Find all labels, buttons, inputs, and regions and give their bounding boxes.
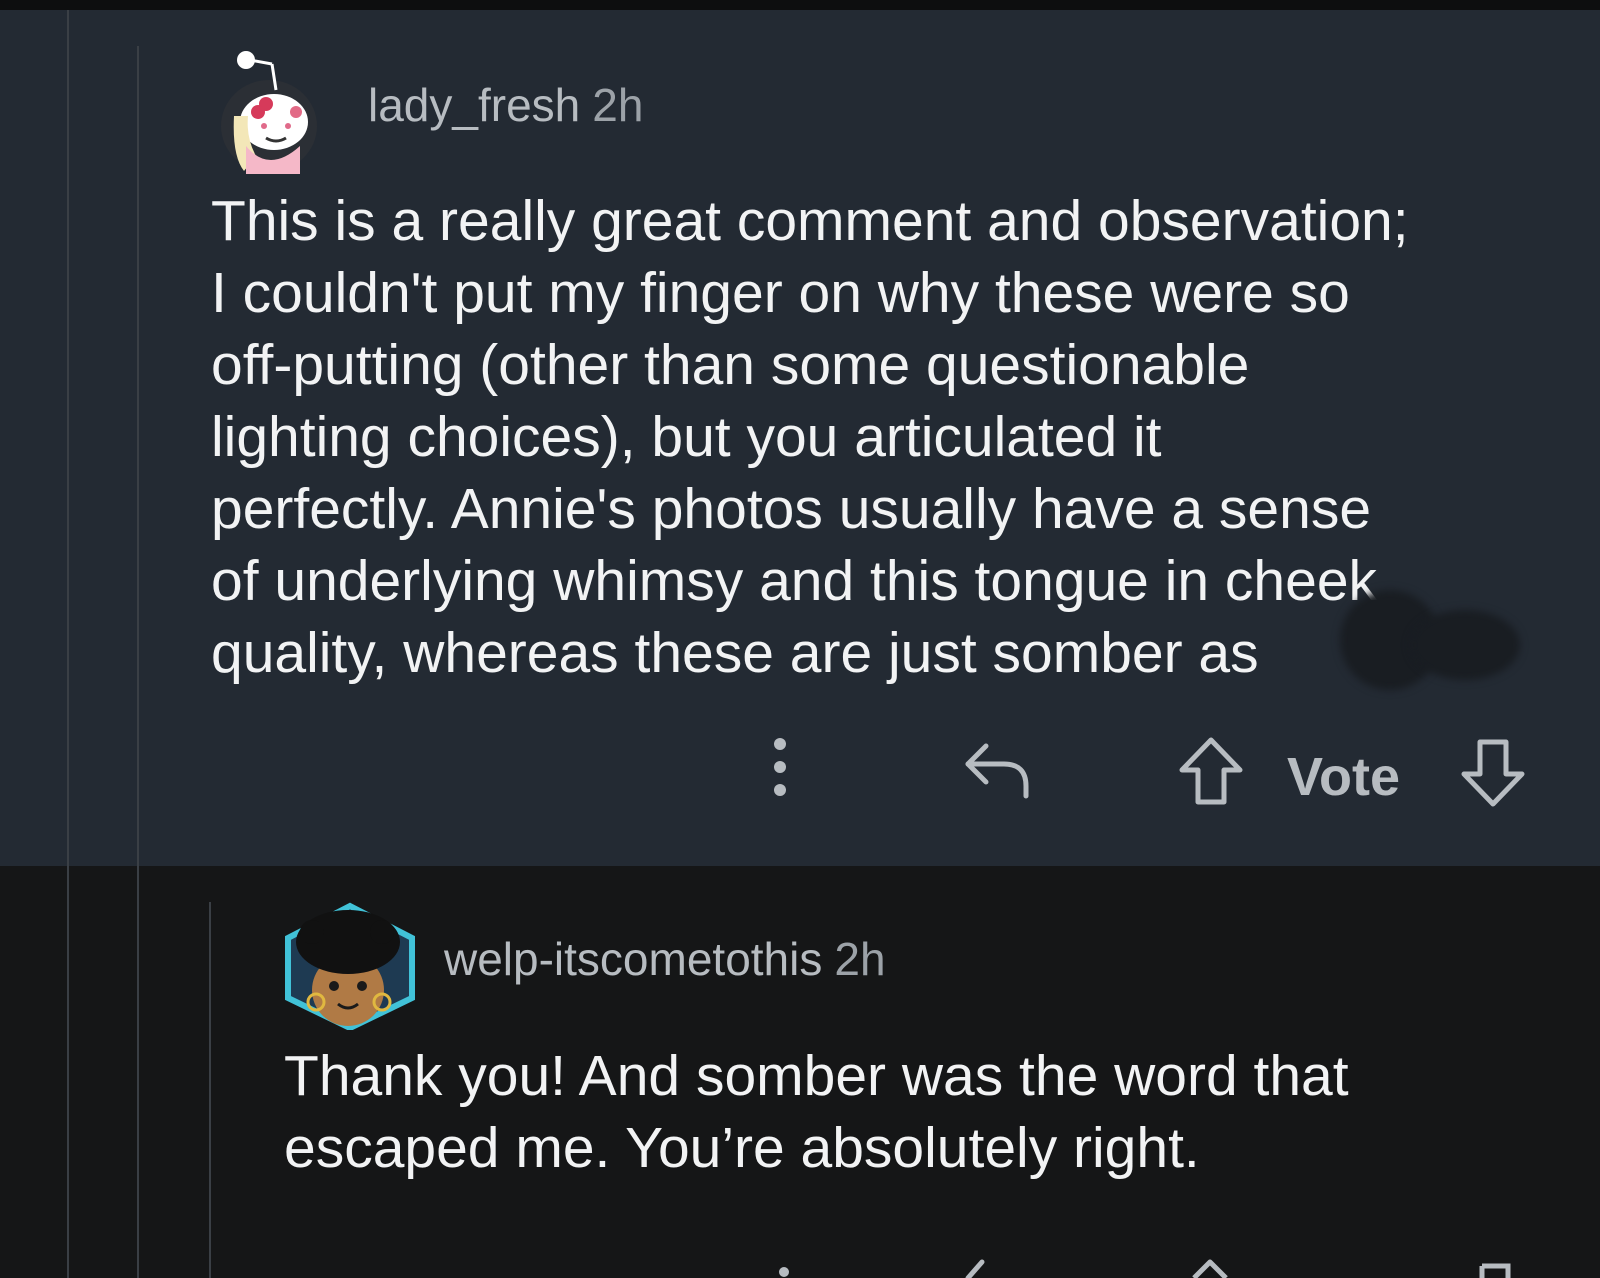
author-name[interactable]: lady_fresh (368, 79, 580, 131)
comment-header: lady_fresh 2h (368, 82, 643, 128)
comment-line: lighting choices), but you articulated i… (211, 405, 1162, 469)
downvote-arrow-icon[interactable] (1460, 738, 1526, 808)
comment-line: This is a really great comment and obser… (211, 189, 1409, 253)
upvote-arrow-icon[interactable] (1178, 736, 1244, 806)
timestamp: 2h (834, 933, 886, 985)
comment-card-lady-fresh: lady_fresh 2h This is a really great comm… (0, 10, 1600, 866)
vote-label: Vote (1287, 747, 1401, 807)
comment-line: of underlying whimsy and this tongue in … (211, 549, 1378, 613)
avatar-lady-fresh[interactable] (214, 46, 324, 176)
avatar-welp-itscometothis[interactable] (282, 902, 418, 1030)
reply-arrow-icon[interactable] (962, 1258, 992, 1278)
author-name[interactable]: welp-itscometothis (444, 933, 822, 985)
comment-body: This is a really great comment and obser… (211, 185, 1409, 689)
thread-line-inner (137, 866, 139, 1278)
comment-header: welp-itscometothis 2h (444, 936, 886, 982)
timestamp: 2h (592, 79, 644, 131)
comment-actions: Vote (0, 710, 1600, 830)
snoo-avatar-icon (221, 51, 317, 174)
comment-line: perfectly. Annie's photos usually have a… (211, 477, 1372, 541)
hexagon-avatar-icon (285, 902, 415, 1030)
reply-arrow-icon[interactable] (962, 740, 1032, 800)
comment-line: off-putting (other than some questionabl… (211, 333, 1250, 397)
vertical-dots-icon[interactable] (778, 1264, 790, 1278)
comment-line: Thank you! And somber was the word that (284, 1044, 1349, 1108)
thread-line-outer (67, 866, 69, 1278)
comment-line: quality, whereas these are just somber a… (211, 621, 1259, 685)
downvote-arrow-icon[interactable] (1478, 1262, 1512, 1278)
thread-line-reply (209, 902, 211, 1278)
comment-card-welp-itscometothis: welp-itscometothis 2h Thank you! And somb… (0, 866, 1600, 1278)
comment-line: escaped me. You’re absolutely right. (284, 1116, 1200, 1180)
top-edge (0, 0, 1600, 10)
comment-line: I couldn't put my finger on why these we… (211, 261, 1350, 325)
vertical-dots-icon[interactable] (770, 736, 790, 798)
redaction-smudge (1410, 610, 1520, 680)
upvote-arrow-icon[interactable] (1190, 1258, 1230, 1278)
comment-body: Thank you! And somber was the word that … (284, 1040, 1349, 1184)
